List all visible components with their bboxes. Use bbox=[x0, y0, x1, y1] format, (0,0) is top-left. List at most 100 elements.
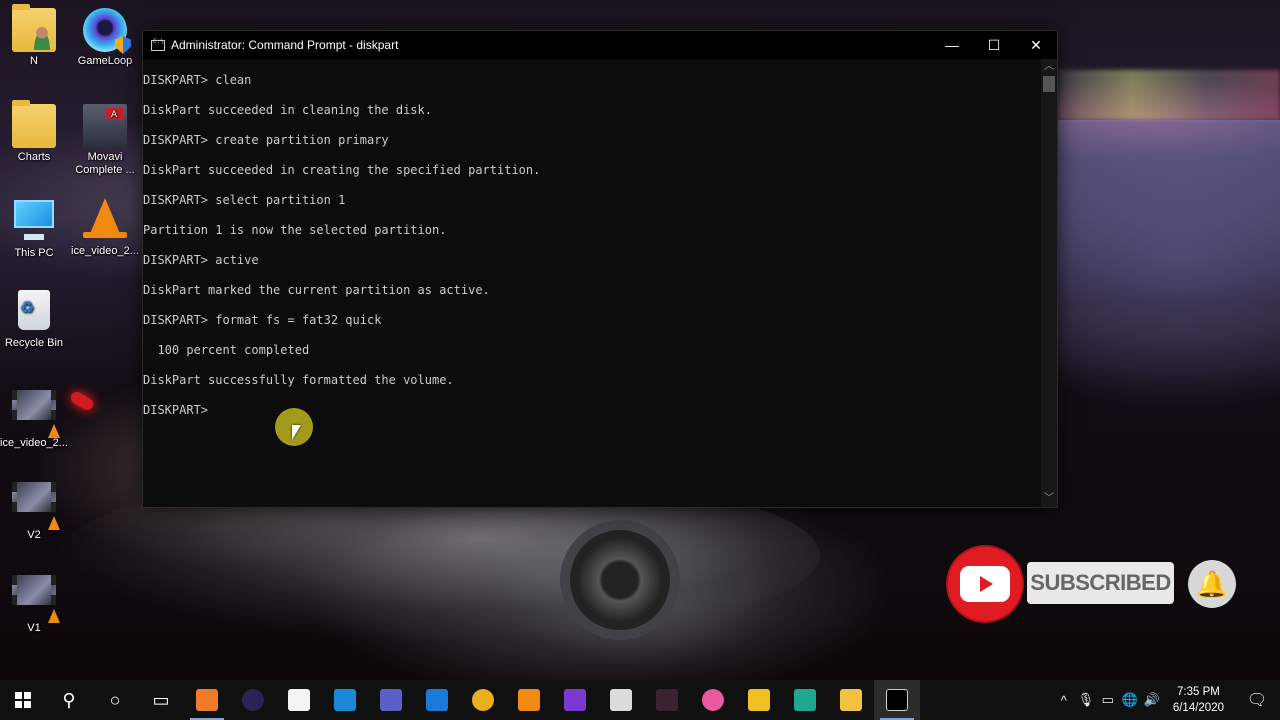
taskbar-mail[interactable] bbox=[322, 680, 368, 720]
taskbar-command-prompt[interactable] bbox=[874, 680, 920, 720]
console-output-line: DiskPart succeeded in cleaning the disk. bbox=[143, 103, 432, 117]
taskbar-filmora[interactable] bbox=[644, 680, 690, 720]
taskbar-eclipse[interactable] bbox=[230, 680, 276, 720]
command-prompt-icon bbox=[886, 689, 908, 711]
console-output-line: DiskPart marked the current partition as… bbox=[143, 283, 490, 297]
desktop-icon-v2[interactable]: V2 bbox=[0, 474, 70, 542]
vertical-scrollbar[interactable]: ︿ ﹀ bbox=[1041, 59, 1057, 507]
scroll-up-icon[interactable]: ︿ bbox=[1041, 59, 1057, 75]
folder-icon bbox=[12, 100, 56, 148]
clock-date: 6/14/2020 bbox=[1172, 702, 1224, 714]
backpack-app-icon bbox=[748, 689, 770, 711]
taskbar-backpack-app[interactable] bbox=[736, 680, 782, 720]
show-hidden-icons-chevron-icon[interactable]: ^ bbox=[1053, 693, 1075, 708]
mouse-pointer-icon bbox=[292, 425, 301, 440]
desktop-icon-ice-video-vlc[interactable]: ice_video_2... bbox=[69, 196, 141, 258]
wallpaper-wheel bbox=[560, 520, 680, 640]
video-file-icon bbox=[12, 575, 56, 619]
visual-studio-icon bbox=[564, 689, 586, 711]
scroll-down-icon[interactable]: ﹀ bbox=[1041, 491, 1057, 507]
console-command-line: DISKPART> active bbox=[143, 253, 259, 267]
this-pc-icon bbox=[12, 200, 56, 244]
battery-icon[interactable]: ▭ bbox=[1097, 692, 1119, 708]
console-command-line: DISKPART> clean bbox=[143, 73, 252, 87]
microphone-icon[interactable]: 🎙 bbox=[1075, 692, 1097, 708]
desktop-icon-movavi[interactable]: Movavi Complete ... bbox=[69, 104, 141, 177]
taskbar-task-view[interactable]: ▭ bbox=[138, 680, 184, 720]
desktop-icon-ice-video[interactable]: ice_video_2... bbox=[0, 382, 70, 450]
console-output[interactable]: DISKPART> clean DiskPart succeeded in cle… bbox=[143, 59, 1041, 507]
console-output-line: DiskPart successfully formatted the volu… bbox=[143, 373, 454, 387]
chrome-icon bbox=[472, 689, 494, 711]
desktop-icon-label: Movavi Complete ... bbox=[75, 151, 135, 176]
taskbar-video-editor[interactable] bbox=[598, 680, 644, 720]
console-output-line: 100 percent completed bbox=[143, 343, 310, 357]
recycle-bin-icon bbox=[12, 290, 56, 334]
movavi-video-icon bbox=[83, 104, 127, 148]
start-button[interactable] bbox=[0, 680, 46, 720]
video-editor-icon bbox=[610, 689, 632, 711]
desktop-icon-n[interactable]: N bbox=[0, 4, 70, 68]
maximize-button[interactable]: ☐ bbox=[973, 31, 1015, 59]
cmd-icon bbox=[151, 38, 165, 51]
system-tray: ^ 🎙 ▭ 🌐 🔊 7:35 PM 6/14/2020 🗨 bbox=[1053, 680, 1280, 720]
taskbar-pinwheel-app[interactable] bbox=[690, 680, 736, 720]
taskbar-cortana[interactable]: ○ bbox=[92, 680, 138, 720]
task-view-icon: ▭ bbox=[152, 689, 170, 710]
desktop-icon-v1[interactable]: V1 bbox=[0, 567, 70, 635]
desktop-icon-label: Charts bbox=[17, 151, 51, 163]
action-center-icon[interactable]: 🗨 bbox=[1234, 690, 1280, 710]
taskbar-chrome[interactable] bbox=[460, 680, 506, 720]
desktop-icon-label: ice_video_2... bbox=[71, 245, 139, 257]
desktop-icon-recycle-bin[interactable]: Recycle Bin bbox=[0, 288, 70, 350]
microsoft-store-icon bbox=[288, 689, 310, 711]
windows-logo-icon bbox=[15, 692, 31, 708]
title-bar[interactable]: Administrator: Command Prompt - diskpart… bbox=[143, 31, 1057, 59]
taskbar-edge[interactable] bbox=[414, 680, 460, 720]
desktop-icon-label: Recycle Bin bbox=[4, 337, 64, 349]
cortana-icon: ○ bbox=[109, 689, 121, 710]
taskbar-file-explorer[interactable] bbox=[828, 680, 874, 720]
taskbar-vlc[interactable] bbox=[506, 680, 552, 720]
pinwheel-app-icon bbox=[702, 689, 724, 711]
taskbar-search[interactable]: ⚲ bbox=[46, 680, 92, 720]
play-icon bbox=[980, 576, 993, 592]
video-file-icon bbox=[12, 482, 56, 526]
desktop-icon-label: ice_video_2... bbox=[0, 437, 68, 449]
video-file-icon bbox=[12, 390, 56, 434]
scroll-thumb[interactable] bbox=[1043, 76, 1055, 92]
desktop-icon-label: This PC bbox=[14, 247, 54, 259]
desktop-icon-charts[interactable]: Charts bbox=[0, 100, 70, 164]
close-button[interactable]: ✕ bbox=[1015, 31, 1057, 59]
vlc-icon bbox=[518, 689, 540, 711]
network-icon[interactable]: 🌐 bbox=[1119, 692, 1141, 708]
filmora-green-icon bbox=[794, 689, 816, 711]
taskbar: ⚲ ○ ▭ ^ 🎙 ▭ 🌐 🔊 7:35 PM 6/14/2020 🗨 bbox=[0, 680, 1280, 720]
desktop-icon-gameloop[interactable]: GameLoop bbox=[69, 8, 141, 68]
taskbar-teams[interactable] bbox=[368, 680, 414, 720]
console-command-line: DISKPART> format fs = fat32 quick bbox=[143, 313, 382, 327]
desktop-icon-label: GameLoop bbox=[77, 55, 133, 67]
subscribed-button[interactable]: SUBSCRIBED bbox=[1027, 562, 1174, 604]
minimize-button[interactable]: — bbox=[931, 31, 973, 59]
taskbar-screen-recorder[interactable] bbox=[184, 680, 230, 720]
desktop-icon-label: V1 bbox=[27, 622, 41, 634]
notification-bell-icon[interactable]: 🔔 bbox=[1188, 560, 1236, 608]
clock[interactable]: 7:35 PM 6/14/2020 bbox=[1163, 684, 1234, 716]
desktop-icon-this-pc[interactable]: This PC bbox=[0, 196, 70, 260]
screen-recorder-icon bbox=[196, 689, 218, 711]
vlc-icon bbox=[83, 198, 127, 242]
volume-icon[interactable]: 🔊 bbox=[1141, 692, 1163, 708]
taskbar-microsoft-store[interactable] bbox=[276, 680, 322, 720]
taskbar-visual-studio[interactable] bbox=[552, 680, 598, 720]
taskbar-filmora-green[interactable] bbox=[782, 680, 828, 720]
clock-time: 7:35 PM bbox=[1177, 686, 1220, 698]
